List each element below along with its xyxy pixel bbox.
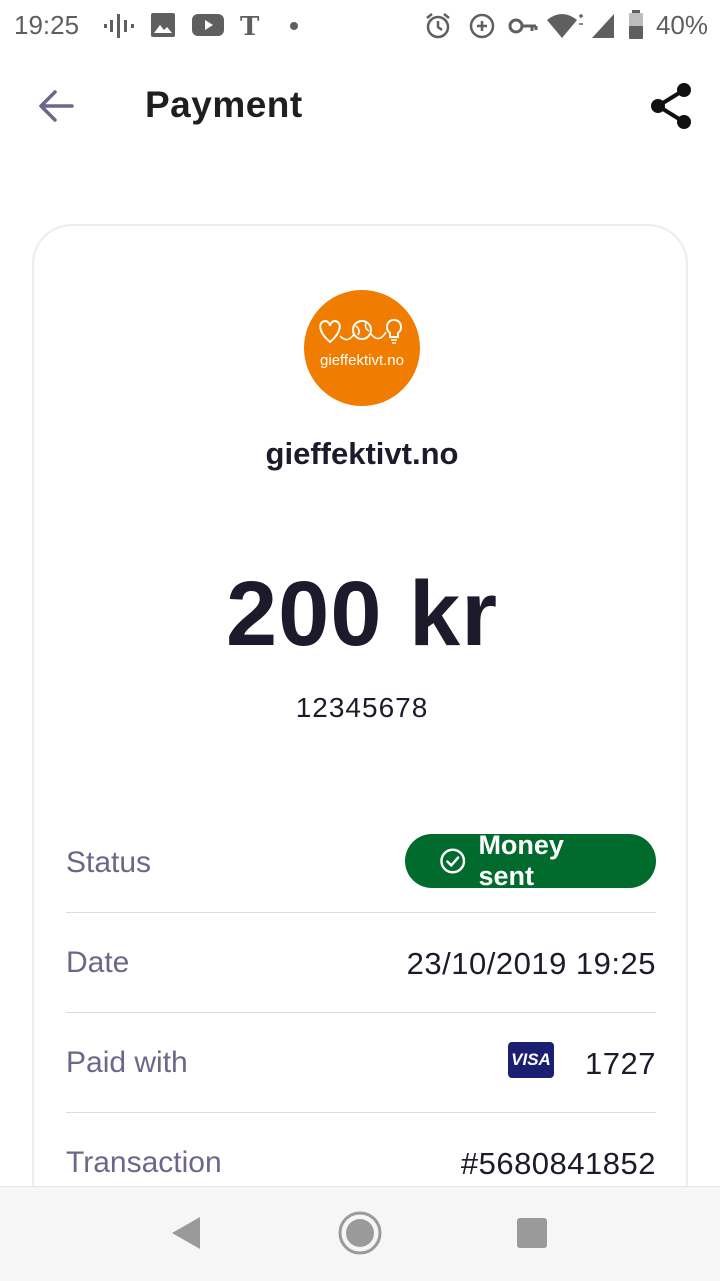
- system-navigation-bar: [0, 1186, 720, 1281]
- logo-graphic-icon: [319, 318, 403, 344]
- date-row: Date 23/10/2019 19:25: [66, 912, 656, 1013]
- nav-recents-icon[interactable]: [516, 1217, 548, 1249]
- signal-icon: [592, 14, 614, 38]
- battery-percentage: 40%: [655, 10, 708, 40]
- status-row: Status Money sent: [66, 812, 656, 913]
- check-circle-icon: [440, 848, 466, 874]
- date-value: 23/10/2019 19:25: [406, 946, 656, 981]
- payment-card: gieffektivt.no gieffektivt.no 200 kr 123…: [32, 224, 688, 1224]
- paid-with-label: Paid with: [66, 1046, 188, 1079]
- share-icon: [651, 83, 691, 129]
- paid-with-row: Paid with VISA 1727: [66, 1012, 656, 1113]
- battery-icon: [629, 10, 643, 39]
- page-title: Payment: [145, 84, 303, 125]
- svg-text:T: T: [240, 12, 260, 40]
- nav-home-icon[interactable]: [336, 1209, 384, 1257]
- status-label: Status: [66, 846, 152, 879]
- wifi-icon: [547, 14, 583, 38]
- arrow-left-icon: [39, 90, 74, 122]
- transaction-value: #5680841852: [460, 1146, 656, 1181]
- dot-icon: [290, 22, 298, 30]
- podcast-icon: [104, 14, 134, 38]
- payment-reference: 12345678: [295, 692, 429, 723]
- vpn-key-icon: [508, 18, 538, 34]
- status-time: 19:25: [14, 10, 80, 40]
- data-saver-icon: [469, 13, 495, 39]
- date-label: Date: [66, 946, 130, 979]
- card-last-digits: 1727: [585, 1046, 656, 1081]
- status-badge: Money sent: [405, 830, 656, 891]
- nav-back-icon[interactable]: [170, 1215, 204, 1251]
- youtube-icon: [192, 14, 224, 36]
- alarm-icon: [426, 13, 450, 39]
- gallery-icon: [151, 13, 175, 37]
- app-bar: Payment: [0, 52, 720, 160]
- status-badge-text: Money sent: [478, 830, 564, 891]
- merchant-logo: gieffektivt.no: [304, 290, 420, 406]
- share-button[interactable]: [648, 80, 696, 132]
- transaction-label: Transaction: [66, 1146, 222, 1179]
- payment-amount: 200 kr: [225, 563, 499, 665]
- merchant-logo-text: gieffektivt.no: [320, 352, 404, 369]
- visa-card-icon: VISA: [508, 1042, 554, 1078]
- back-button[interactable]: [28, 80, 84, 132]
- nytimes-icon: T: [240, 12, 260, 40]
- status-bar: 19:25 T 40%: [0, 0, 720, 52]
- merchant-name: gieffektivt.no: [265, 436, 459, 471]
